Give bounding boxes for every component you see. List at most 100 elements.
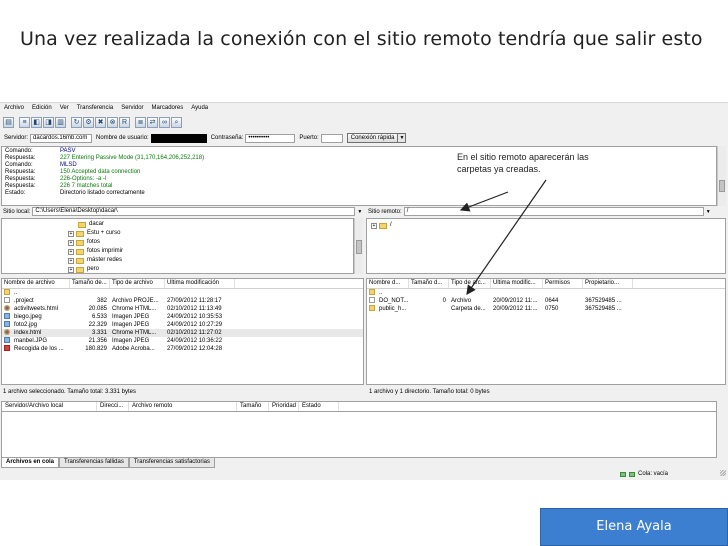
file-size [409,289,449,297]
file-owner: 367529485 ... [585,298,622,304]
column-header[interactable]: Prioridad [269,402,299,411]
tree-item[interactable]: + / [371,221,392,230]
remote-path-bar: Sitio remoto: / ▼ [368,206,711,217]
menu-ver[interactable]: Ver [60,105,69,111]
toggle-remote-tree-icon[interactable]: ◨ [43,116,54,128]
expand-icon[interactable]: + [68,239,74,246]
toggle-queue-icon[interactable]: ▥ [55,116,66,128]
reconnect-icon[interactable]: R [119,116,130,128]
filezilla-window: Archivo Edición Ver Transferencia Servid… [0,102,728,480]
expand-icon[interactable]: + [371,222,377,229]
tree-item[interactable]: dacar [78,220,104,229]
log-scroll-thumb[interactable] [719,180,725,192]
file-modified: 27/09/2012 11:28:17 [167,298,222,304]
file-row[interactable]: public_h... Carpeta de... 20/09/2012 11:..… [367,305,725,313]
column-header[interactable]: Servidor/Archivo local [2,402,97,411]
file-row[interactable]: Recogida de los ... 180.829 Adobe Acroba..… [2,345,363,353]
column-header[interactable]: Nombre de archivo [2,279,70,288]
log-kind: Estado: [5,190,26,196]
tab-queued-files[interactable]: Archivos en cola [1,458,60,468]
expand-icon[interactable]: + [68,230,74,237]
menu-servidor[interactable]: Servidor [121,105,143,111]
file-name: activitweets.html [14,306,59,312]
log-scrollbar[interactable] [717,146,726,206]
file-row[interactable]: .. [2,289,363,297]
tree-item[interactable]: + fotos imprimir [68,247,123,256]
sync-browse-icon[interactable]: ∞ [159,116,170,128]
column-header[interactable]: Estado [299,402,339,411]
local-path-input[interactable]: C:\Users\Elena\Desktop\dacar\ [32,207,356,216]
remote-path-dropdown-icon[interactable]: ▼ [706,209,711,215]
menu-edicion[interactable]: Edición [32,105,52,111]
local-path-dropdown-icon[interactable]: ▼ [357,209,362,215]
refresh-icon[interactable]: ↻ [71,116,82,128]
file-row[interactable]: foto2.jpg 22.329 Imagen JPEG 24/09/2012 10:… [2,321,363,329]
column-header[interactable]: Última modificación [165,279,235,288]
file-name: .. [14,290,18,296]
file-size: 20.085 [88,306,107,312]
file-name: .. [367,289,409,297]
folder-icon [369,289,375,296]
file-row[interactable]: index.html 3.331 Chrome HTML... 02/10/2012 … [2,329,363,337]
remote-path-input[interactable]: / [403,207,704,216]
file-row[interactable]: .. [367,289,725,297]
disconnect-icon[interactable]: ⊗ [107,116,118,128]
search-icon[interactable]: ⌕ [171,116,182,128]
file-row[interactable]: biego.jpeg 6.533 Imagen JPEG 24/09/2012 10:… [2,313,363,321]
tab-failed-transfers[interactable]: Transferencias fallidas [59,458,129,468]
expand-icon[interactable]: + [68,248,74,255]
column-header[interactable]: Archivo remoto [129,402,237,411]
queue-tabs: Archivos en cola Transferencias fallidas… [1,458,215,468]
column-header[interactable]: Permisos [543,279,583,288]
process-queue-icon[interactable]: ⚙ [83,116,94,128]
file-row[interactable]: .project 382 Archivo PROJE... 27/09/2012 11… [2,297,363,305]
server-input[interactable]: dacardos.16mb.com [30,133,93,143]
message-log: Comando: PASV Respuesta: 227 Entering Passi… [1,146,717,206]
resize-grip-icon[interactable] [720,470,726,476]
file-size: 22.329 [88,322,107,328]
tree-item[interactable]: + máster redes [68,256,122,265]
site-manager-icon[interactable]: ▤ [3,116,14,128]
column-header[interactable]: Tipo de archivo [110,279,165,288]
cancel-icon[interactable]: ✖ [95,116,106,128]
column-header[interactable]: Tamaño [237,402,269,411]
quickconnect-button[interactable]: Conexión rápida [346,133,399,143]
local-tree-scroll-thumb[interactable] [356,240,362,254]
toggle-log-icon[interactable]: ≡ [19,116,30,128]
tree-item[interactable]: + Estu + curso [68,229,121,238]
quickconnect-dropdown[interactable]: ▼ [398,133,407,143]
menu-transferencia[interactable]: Transferencia [77,105,113,111]
file-icon [369,297,375,304]
file-perms: 0644 [545,298,559,304]
file-row[interactable]: manbel.JPG 21.356 Imagen JPEG 24/09/2012 10… [2,337,363,345]
menu-ayuda[interactable]: Ayuda [191,105,208,111]
compare-icon[interactable]: ⇄ [147,116,158,128]
toggle-local-tree-icon[interactable]: ◧ [31,116,42,128]
tree-item[interactable]: + pero [68,265,99,273]
menu-marcadores[interactable]: Marcadores [152,105,184,111]
tree-item-label: dacar [89,221,105,227]
file-size: 3.331 [91,330,107,336]
local-tree-scrollbar[interactable] [354,218,363,274]
username-label: Nombre de usuario: [96,135,149,141]
expand-icon[interactable]: + [68,266,74,273]
column-header[interactable]: Nombre d... [367,279,409,288]
expand-icon[interactable]: + [68,257,74,264]
file-name-cell: biego.jpeg [2,313,70,321]
column-header[interactable]: Propietario... [583,279,633,288]
column-header[interactable]: Última modific... [491,279,543,288]
filter-icon[interactable]: ≣ [135,116,146,128]
column-header[interactable]: Tamaño de... [70,279,110,288]
password-input[interactable]: •••••••••• [245,133,296,143]
tab-successful-transfers[interactable]: Transferencias satisfactorias [128,458,215,468]
port-input[interactable] [320,133,343,143]
log-kind: Comando: [5,148,33,154]
column-header[interactable]: Direcci... [97,402,129,411]
column-header[interactable]: Tipo de arc... [449,279,491,288]
tree-item[interactable]: + fotos [68,238,100,247]
file-row[interactable]: DO_NOT... 0 Archivo 20/09/2012 11:... 0644 36… [367,297,725,305]
file-row[interactable]: activitweets.html 20.085 Chrome HTML... 02/… [2,305,363,313]
username-input[interactable] [150,133,207,143]
column-header[interactable]: Tamaño d... [409,279,449,288]
menu-archivo[interactable]: Archivo [4,105,24,111]
